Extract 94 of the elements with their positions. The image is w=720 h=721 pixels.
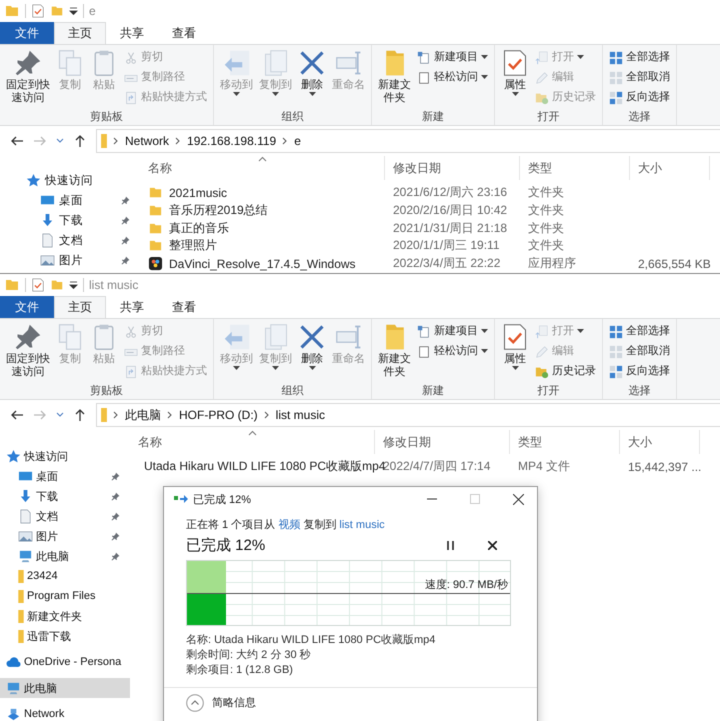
file-name[interactable]: DaVinci_Resolve_17.4.5_Windows [169,256,356,271]
ribbon-button[interactable]: 反向选择 [607,88,672,107]
nav-item[interactable]: 桌面 [14,190,140,210]
file-menu-tab[interactable]: 文件 [0,296,54,318]
modified-date: 2020/2/16/周日 10:42 [392,202,508,220]
nav-item[interactable]: Program Files [12,586,130,606]
file-type: 文件夹 [527,237,565,254]
detail-text: 剩余项目: 1 (12.8 GB) [186,663,294,677]
nav-item[interactable]: 此电脑 [0,678,130,698]
group-label: 剪贴板 [89,110,124,125]
group-label: 新建 [421,384,445,399]
ribbon-button[interactable]: 全部取消 [607,68,672,87]
ribbon-tab[interactable]: 查看 [158,296,210,318]
ribbon-button[interactable]: 删除 [296,48,328,98]
file-type: 应用程序 [527,255,577,272]
group-label: 打开 [536,384,560,399]
ribbon-button[interactable]: 新建项目 [415,322,490,341]
breadcrumb[interactable]: 192.168.198.119 [187,134,276,148]
nav-item[interactable]: 下载 [12,486,130,506]
copy-description: 正在将 1 个项目从 视频 复制到 list music [186,518,386,532]
ribbon-button[interactable]: 属性 [499,322,531,372]
group-label: 选择 [628,384,652,399]
window-title: e [89,4,96,18]
ribbon-button[interactable]: 历史记录 [533,362,598,381]
file-size: 2,665,554 KB [637,256,710,271]
group-label: 组织 [280,384,304,399]
breadcrumb[interactable]: Network [125,134,170,148]
nav-item[interactable]: 快速访问 [0,446,130,466]
nav-item[interactable]: 此电脑 [12,546,130,566]
folder-link[interactable]: 视频 [278,519,300,531]
ribbon-button[interactable]: 新建项目 [415,48,490,67]
nav-item[interactable]: 23424 [12,566,130,586]
nav-item[interactable]: Network [0,704,130,721]
address-bar[interactable]: Network 192.168.198.119 e [96,129,720,153]
ribbon-button[interactable]: 属性 [499,48,531,98]
speed-label: 速度: 90.7 MB/秒 [424,578,508,592]
ribbon-button[interactable]: 全部选择 [607,48,672,67]
group-label: 打开 [536,110,560,125]
file-name[interactable]: 音乐历程2019总结 [169,202,268,220]
nav-item[interactable]: 文档 [12,506,130,526]
detail-text: 名称: Utada Hikaru WILD LIFE 1080 PC收藏版mp4 [186,633,436,647]
nav-item[interactable]: OneDrive - Persona [0,652,130,672]
folder-link[interactable]: list music [339,519,385,531]
nav-item[interactable]: 图片 [14,250,140,270]
file-name[interactable]: 整理照片 [169,237,217,254]
details-toggle[interactable]: 简略信息 [186,694,256,712]
nav-item[interactable]: 快速访问 [0,170,140,190]
modified-date: 2021/1/31/周日 21:18 [392,220,508,237]
breadcrumb[interactable]: 此电脑 [125,406,161,424]
file-name[interactable]: Utada Hikaru WILD LIFE 1080 PC收藏版mp4 [144,458,386,476]
ribbon-tab[interactable]: 查看 [158,22,210,44]
address-bar[interactable]: 此电脑 HOF-PRO (D:) list music [96,403,720,427]
file-size: 15,442,397 ... [627,460,700,474]
ribbon-tab[interactable]: 共享 [106,296,158,318]
ribbon-button[interactable]: 固定到快速访问 [4,48,52,106]
ribbon-tab[interactable]: 主页 [54,296,106,318]
nav-item[interactable]: 下载 [14,210,140,230]
modified-date: 2020/1/1/周三 19:11 [392,237,501,254]
modified-date: 2022/3/4/周五 22:22 [392,255,502,272]
ribbon-button[interactable]: 全部选择 [607,322,672,341]
window-title: list music [89,278,138,292]
breadcrumb[interactable]: HOF-PRO (D:) [179,408,258,422]
file-type: 文件夹 [527,184,565,202]
ribbon-button[interactable]: 反向选择 [607,362,672,381]
nav-item[interactable]: 文档 [14,230,140,250]
file-menu-tab[interactable]: 文件 [0,22,54,44]
group-label: 新建 [421,110,445,125]
modified-date: 2021/6/12/周六 23:16 [392,184,508,202]
ribbon-tab[interactable]: 主页 [54,22,106,44]
file-type: 文件夹 [527,220,565,237]
ribbon-button[interactable]: 新建文件夹 [376,322,413,380]
nav-item[interactable]: 桌面 [12,466,130,486]
ribbon-button[interactable]: 轻松访问 [415,342,490,361]
file-type: MP4 文件 [517,458,572,476]
detail-text: 剩余时间: 大约 2 分 30 秒 [186,648,312,662]
dialog-title: 已完成 12% [193,492,252,506]
ribbon-button[interactable]: 新建文件夹 [376,48,413,106]
nav-item[interactable]: 迅雷下载 [12,626,130,646]
file-type: 文件夹 [527,202,565,220]
file-name[interactable]: 真正的音乐 [169,220,229,237]
file-name[interactable]: 2021music [169,186,228,200]
breadcrumb[interactable]: list music [276,408,325,422]
ribbon-tab[interactable]: 共享 [106,22,158,44]
nav-item[interactable]: 新建文件夹 [12,606,130,626]
progress-heading: 已完成 12% [186,536,266,554]
breadcrumb[interactable]: e [294,134,301,148]
nav-item[interactable]: 图片 [12,526,130,546]
ribbon-button[interactable]: 固定到快速访问 [4,322,52,380]
group-label: 剪贴板 [89,384,124,399]
ribbon-button[interactable]: 轻松访问 [415,68,490,87]
ribbon-button[interactable]: 删除 [296,322,328,372]
group-label: 选择 [628,110,652,125]
ribbon-button[interactable]: 全部取消 [607,342,672,361]
group-label: 组织 [280,110,304,125]
